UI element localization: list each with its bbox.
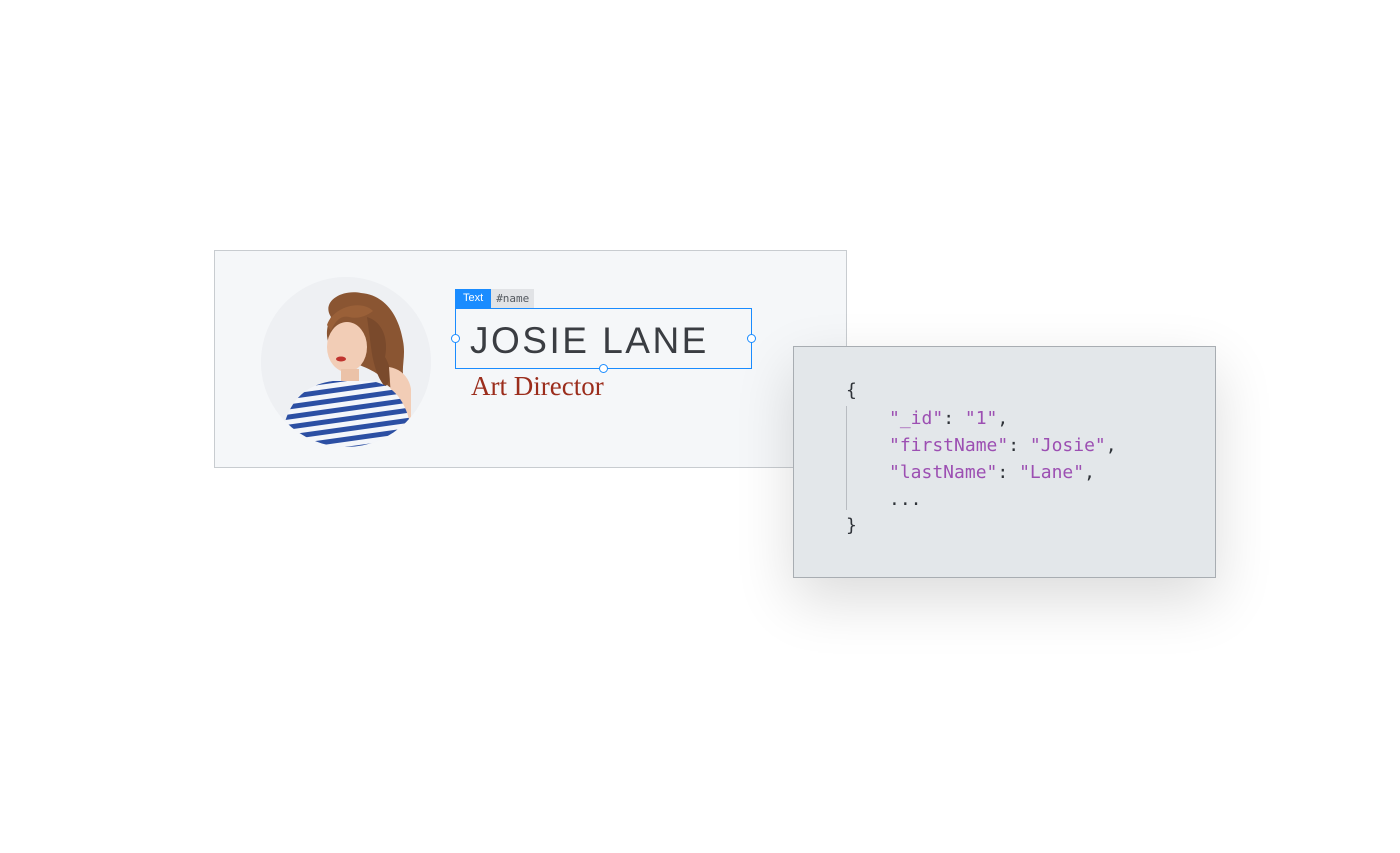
- resize-handle-left[interactable]: [451, 334, 460, 343]
- json-value: "Josie": [1029, 435, 1106, 456]
- resize-handle-right[interactable]: [747, 334, 756, 343]
- json-key: "lastName": [889, 462, 998, 483]
- element-id-badge: #name: [491, 289, 535, 308]
- json-value: "1": [964, 408, 998, 429]
- json-key: "_id": [889, 408, 944, 429]
- profile-card: Text #name JOSIE LANE Art Director: [214, 250, 847, 468]
- json-line-firstname: "firstName": "Josie",: [889, 435, 1117, 456]
- json-key: "firstName": [889, 435, 1009, 456]
- element-type-badge: Text: [455, 289, 492, 308]
- json-line-lastname: "lastName": "Lane",: [889, 462, 1095, 483]
- indent-guide: [846, 406, 847, 510]
- json-close-brace: }: [846, 515, 857, 536]
- name-text[interactable]: JOSIE LANE: [470, 321, 709, 361]
- selection-box[interactable]: JOSIE LANE: [451, 308, 756, 373]
- element-tag: Text #name: [455, 289, 535, 308]
- job-title[interactable]: Art Director: [471, 369, 604, 403]
- avatar[interactable]: [261, 277, 431, 447]
- json-value: "Lane": [1019, 462, 1085, 483]
- json-open-brace: {: [846, 380, 857, 401]
- json-lines: "_id": "1", "firstName": "Josie", "lastN…: [889, 405, 1117, 513]
- avatar-photo: [261, 277, 431, 447]
- json-data-panel: { "_id": "1", "firstName": "Josie", "las…: [793, 346, 1216, 578]
- json-line-id: "_id": "1",: [889, 408, 1009, 429]
- json-ellipsis: ...: [889, 489, 922, 510]
